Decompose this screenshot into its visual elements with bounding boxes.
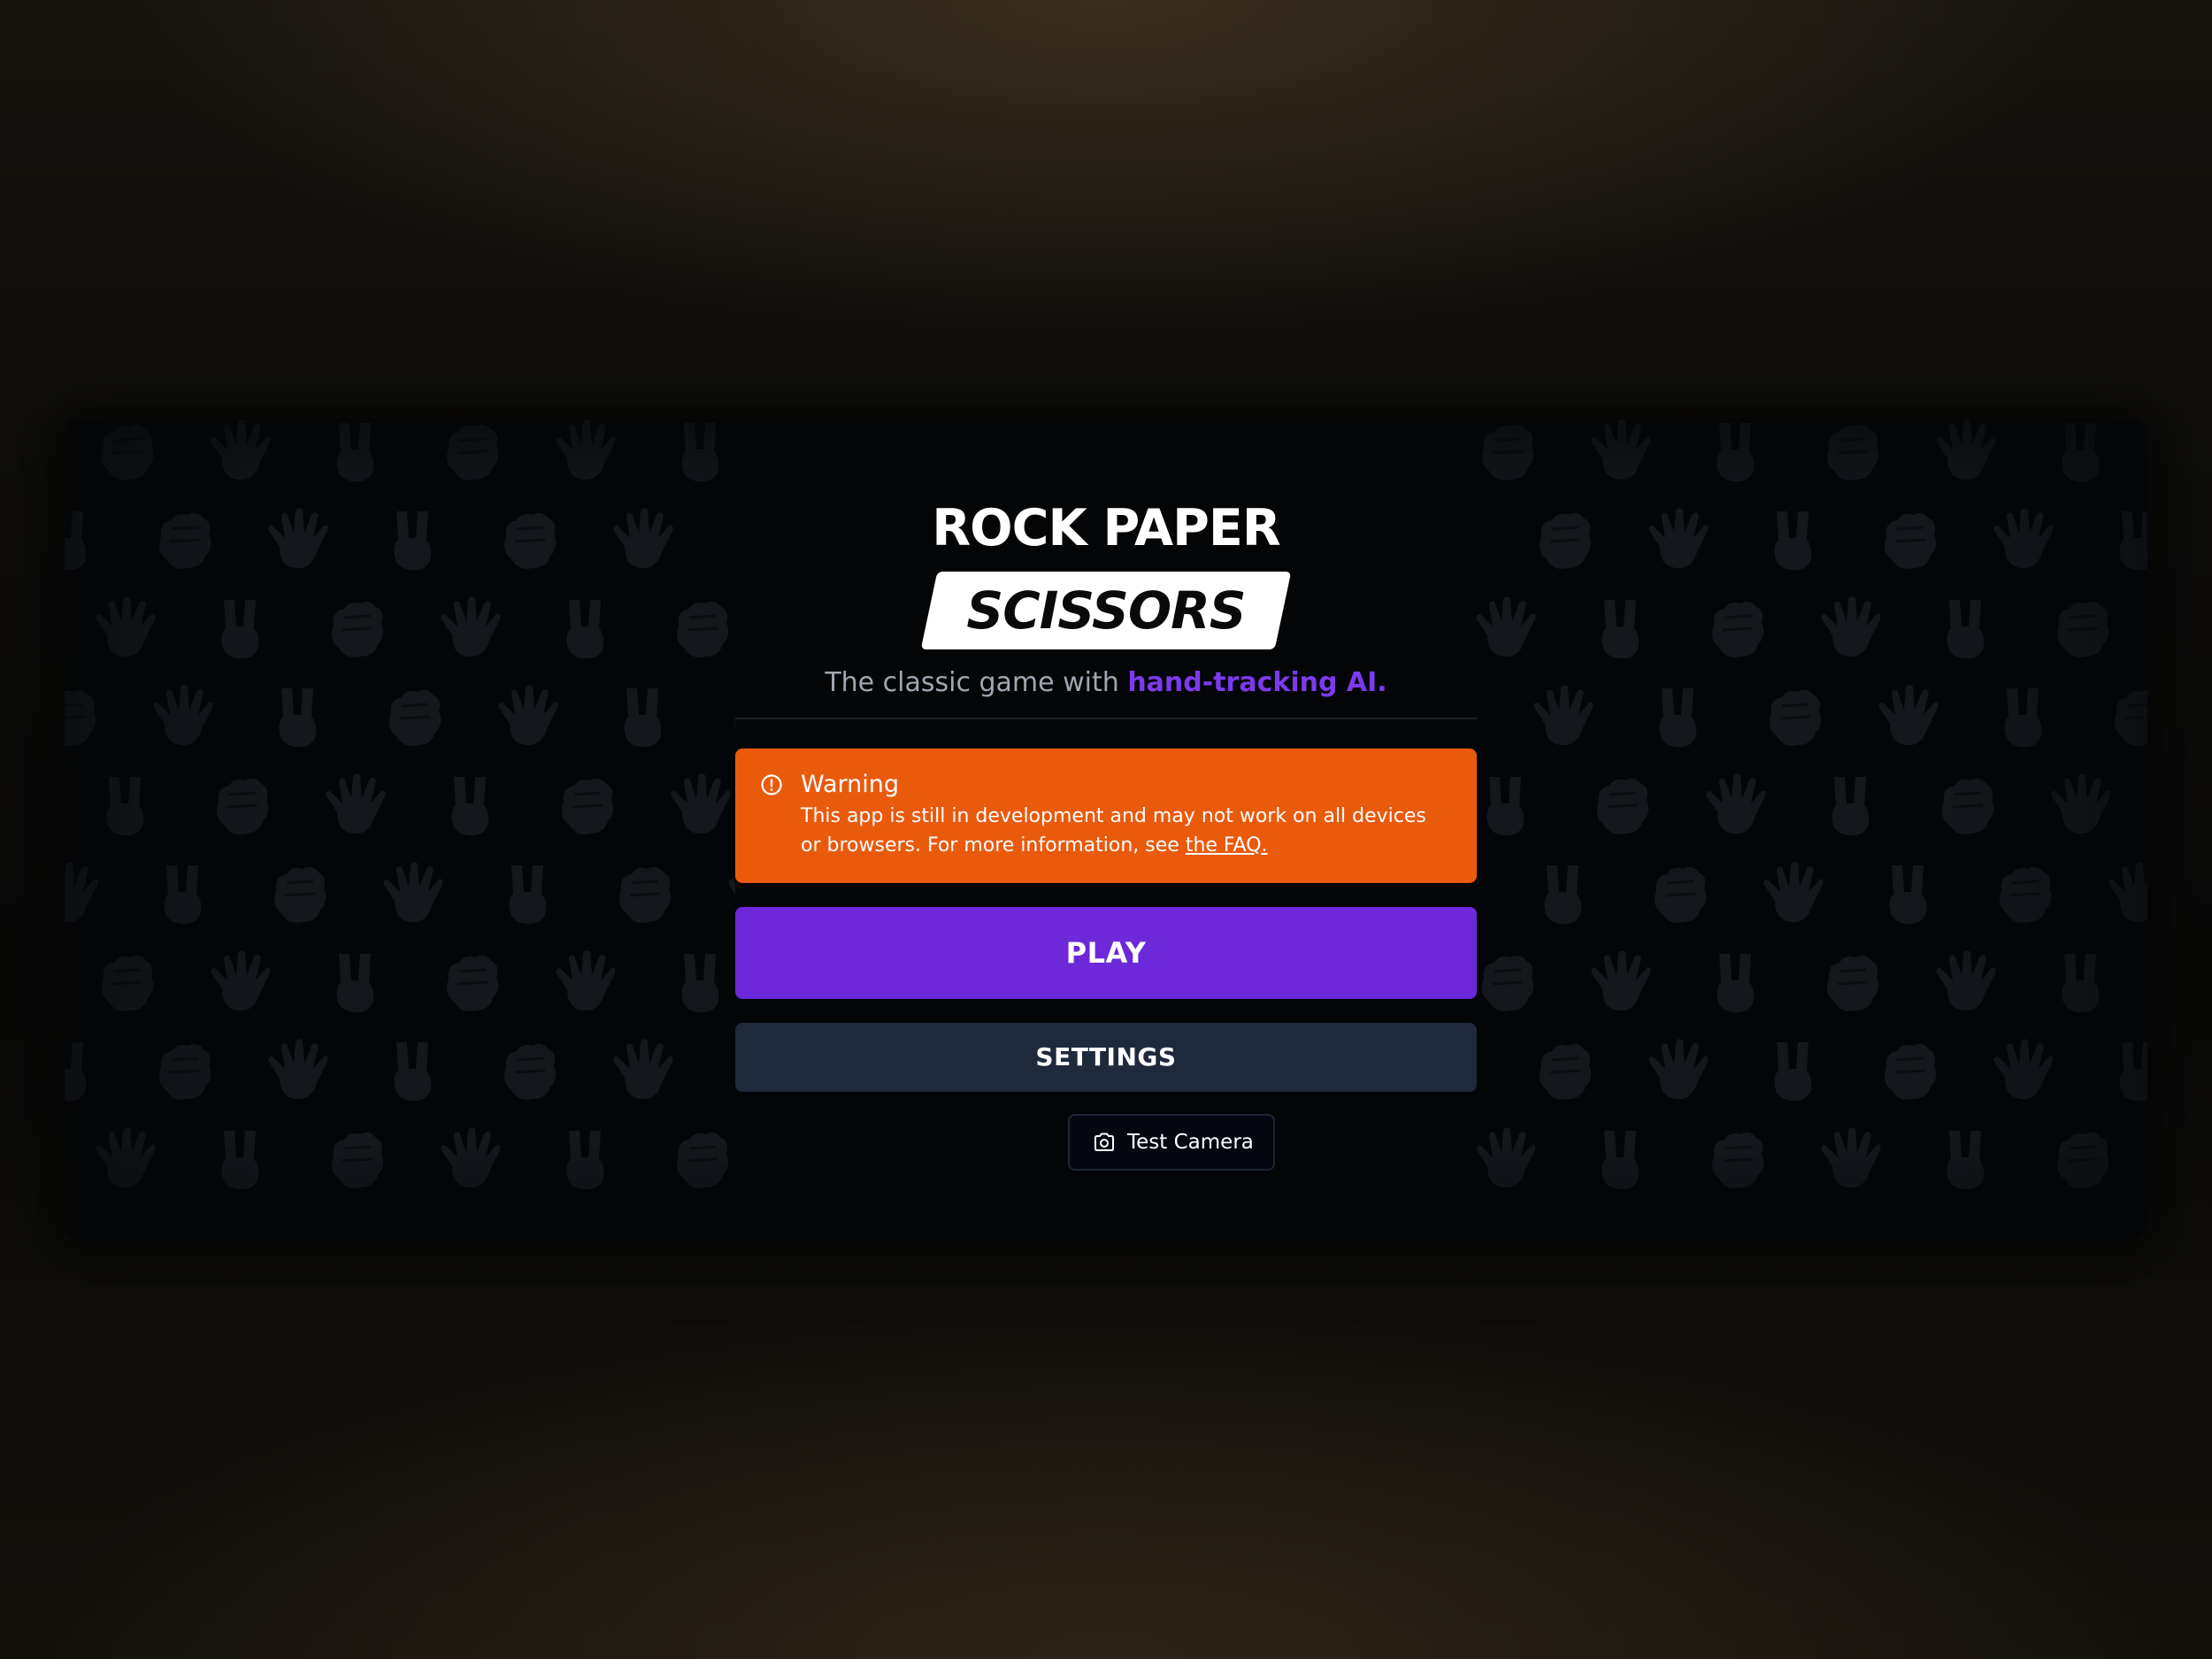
- alert-circle-icon: [761, 774, 782, 795]
- camera-icon: [1094, 1133, 1114, 1151]
- warning-message: This app is still in development and may…: [801, 802, 1450, 860]
- divider: [735, 718, 1477, 719]
- test-camera-label: Test Camera: [1127, 1131, 1254, 1154]
- main-menu-panel: ROCK PAPER SCISSORS The classic game wit…: [735, 418, 1477, 1240]
- play-button[interactable]: PLAY: [735, 907, 1477, 999]
- logo-title-top: ROCK PAPER: [932, 499, 1280, 557]
- faq-link[interactable]: the FAQ.: [1186, 834, 1268, 856]
- tagline-prefix: The classic game with: [825, 667, 1128, 698]
- logo-title-bottom: SCISSORS: [966, 580, 1246, 641]
- tagline: The classic game with hand-tracking AI.: [735, 667, 1477, 698]
- warning-body-text: This app is still in development and may…: [801, 805, 1426, 856]
- game-logo: ROCK PAPER SCISSORS: [735, 499, 1477, 649]
- test-camera-button[interactable]: Test Camera: [1068, 1114, 1275, 1171]
- app-window: ROCK PAPER SCISSORS The classic game wit…: [65, 418, 2147, 1240]
- warning-title: Warning: [801, 771, 900, 798]
- warning-banner: Warning This app is still in development…: [735, 749, 1477, 883]
- tagline-accent: hand-tracking AI.: [1127, 667, 1387, 698]
- settings-button[interactable]: SETTINGS: [735, 1023, 1477, 1092]
